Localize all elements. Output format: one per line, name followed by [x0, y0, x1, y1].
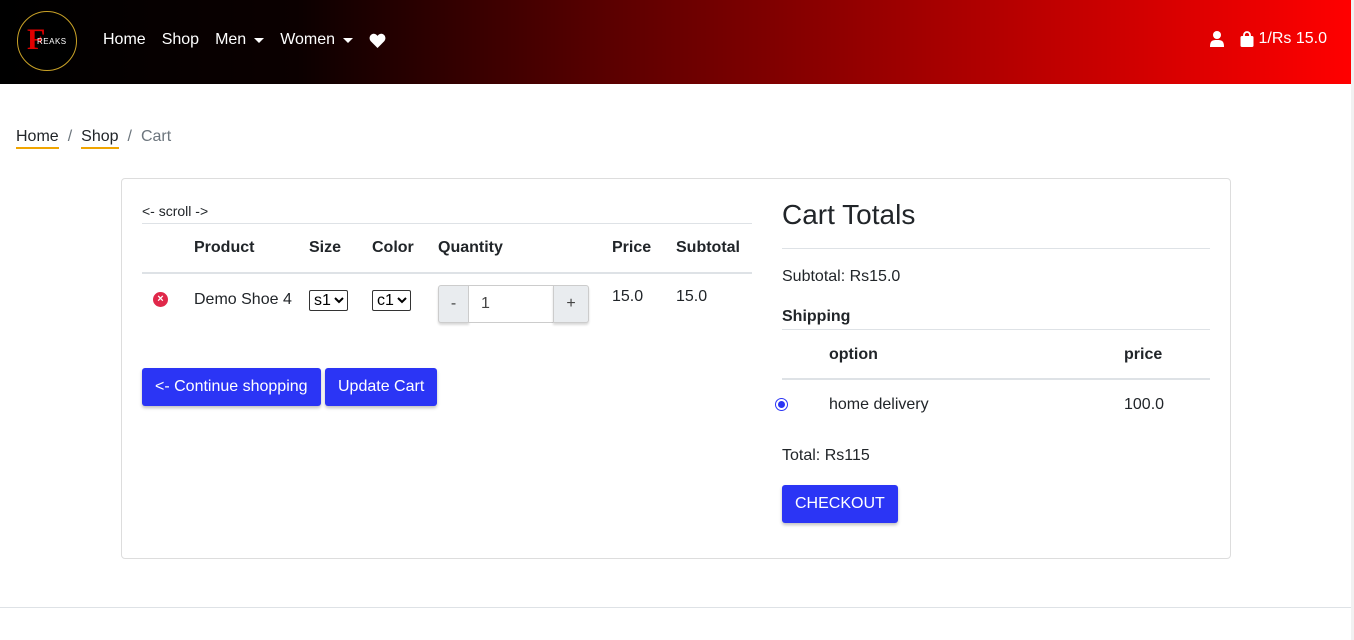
table-row: × Demo Shoe 4 s1 c1 - 1 + 15.0 15.0	[142, 273, 752, 339]
cell-remove: ×	[142, 273, 194, 339]
checkout-button[interactable]: CHECKOUT	[782, 485, 898, 523]
shipping-table: option price home delivery 100.0	[775, 329, 1210, 430]
caret-down-icon	[343, 37, 354, 43]
cell-product: Demo Shoe 4	[194, 273, 309, 339]
breadcrumb-current: Cart	[140, 128, 172, 145]
navbar: F REAKS Home Shop Men Women 1/Rs 15.0	[0, 0, 1351, 84]
nav-women-label: Women	[280, 31, 336, 48]
header-subtotal: Subtotal	[676, 224, 752, 274]
cart-card: <- scroll -> Product Size Color Quantity…	[121, 178, 1231, 559]
wishlist-heart-icon[interactable]	[369, 33, 386, 48]
user-icon[interactable]	[1209, 31, 1224, 47]
qty-input[interactable]	[469, 285, 553, 323]
cart-table: Product Size Color Quantity Price Subtot…	[142, 223, 752, 339]
breadcrumb-home[interactable]: Home	[16, 128, 59, 149]
caret-down-icon	[254, 37, 265, 43]
totals-total: Total: Rs115	[782, 447, 870, 464]
shipping-option-price: 100.0	[1124, 396, 1165, 413]
shipping-label: Shipping	[782, 308, 851, 325]
shipping-price-header: price	[1124, 346, 1163, 363]
cell-color: c1	[372, 273, 438, 339]
nav-right: 1/Rs 15.0	[1209, 30, 1327, 48]
shipping-radio[interactable]	[775, 398, 788, 411]
remove-item-icon[interactable]: ×	[153, 292, 168, 307]
footer-divider	[0, 607, 1351, 608]
update-cart-button[interactable]: Update Cart	[325, 368, 438, 406]
cart-summary[interactable]: 1/Rs 15.0	[1259, 30, 1327, 48]
nav-men-label: Men	[215, 31, 247, 48]
totals-subtotal: Subtotal: Rs15.0	[782, 268, 901, 285]
cell-quantity: - +	[438, 273, 612, 339]
table-header-row: Product Size Color Quantity Price Subtot…	[142, 224, 752, 274]
nav-men[interactable]: Men	[215, 30, 265, 50]
cell-size: s1	[309, 273, 372, 339]
breadcrumb-separator: /	[67, 128, 73, 145]
shipping-option-row[interactable]: home delivery 100.0	[775, 380, 1210, 430]
breadcrumb-separator: /	[127, 128, 132, 145]
nav-shop[interactable]: Shop	[162, 30, 199, 50]
header-color: Color	[372, 224, 438, 274]
logo[interactable]: F REAKS	[17, 11, 77, 71]
header-size: Size	[309, 224, 372, 274]
nav-women[interactable]: Women	[280, 30, 354, 50]
shipping-option-name: home delivery	[829, 396, 929, 413]
header-remove	[142, 224, 194, 274]
divider	[782, 248, 1210, 249]
qty-decrement-button[interactable]: -	[438, 285, 469, 323]
cart-bag-icon[interactable]	[1240, 31, 1254, 47]
shipping-option-header: option	[829, 346, 878, 363]
qty-increment-button[interactable]: +	[553, 285, 589, 323]
logo-word: REAKS	[37, 37, 67, 46]
scroll-hint: <- scroll ->	[142, 203, 209, 219]
breadcrumb: Home / Shop / Cart	[16, 128, 171, 149]
color-select[interactable]: c1	[372, 290, 411, 311]
cell-price: 15.0	[612, 288, 644, 305]
product-name[interactable]: Demo Shoe 4	[194, 288, 294, 312]
continue-shopping-button[interactable]: <- Continue shopping	[142, 368, 321, 406]
header-price: Price	[612, 224, 676, 274]
size-select[interactable]: s1	[309, 290, 348, 311]
header-product: Product	[194, 224, 309, 274]
nav-links: Home Shop Men Women	[103, 30, 402, 50]
nav-home[interactable]: Home	[103, 30, 146, 50]
header-quantity: Quantity	[438, 224, 612, 274]
shipping-header-row: option price	[782, 330, 1210, 380]
cell-subtotal: 15.0	[676, 288, 708, 305]
cart-totals-title: Cart Totals	[782, 199, 916, 230]
quantity-stepper: - +	[438, 285, 612, 323]
breadcrumb-shop[interactable]: Shop	[81, 128, 119, 149]
